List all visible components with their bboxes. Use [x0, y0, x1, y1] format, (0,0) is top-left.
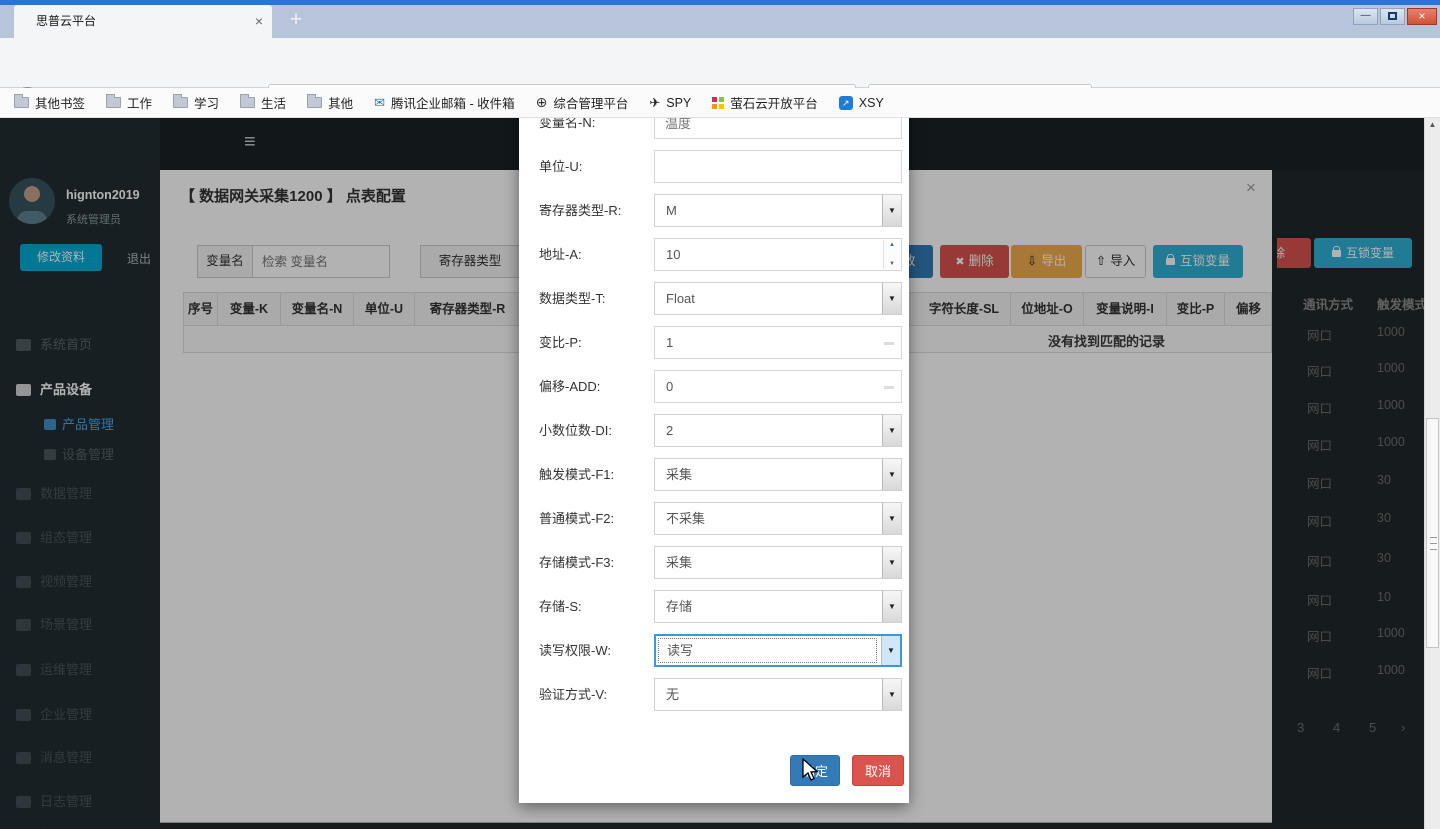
spin-down-icon[interactable]: ▼	[884, 261, 900, 267]
bookmark-xsy[interactable]: ↗XSY	[839, 96, 884, 110]
bookmark-mgmt-platform[interactable]: ⊕综合管理平台	[536, 93, 629, 112]
dropdown-arrow-icon[interactable]: ▼	[882, 591, 901, 622]
folder-icon	[307, 97, 322, 108]
point-config-modal: 变量名-N: 单位-U: 寄存器类型-R: M▼ 地址-A: 10 ▲▼ 数据类…	[519, 118, 909, 803]
bookmark-folder-study[interactable]: 学习	[173, 93, 219, 112]
mail-icon: ✉	[374, 95, 385, 111]
cancel-button[interactable]: 取消	[852, 755, 904, 786]
window-minimize-button[interactable]: —	[1353, 8, 1378, 25]
nav-toolbar: ← → ↻ ⌂ iot.idosp.net/admin/index.html?l…	[0, 38, 1440, 88]
folder-icon	[106, 97, 121, 108]
dropdown-arrow-icon[interactable]: ▼	[882, 415, 901, 446]
grid-logo-icon	[712, 97, 724, 109]
folder-icon	[14, 97, 29, 108]
bookmark-folder-work[interactable]: 工作	[106, 93, 152, 112]
offset-input[interactable]: 0	[654, 370, 902, 403]
address-number-input[interactable]: 10 ▲▼	[654, 238, 902, 271]
dropdown-arrow-icon[interactable]: ▼	[882, 195, 901, 226]
folder-icon	[240, 97, 255, 108]
decimals-select[interactable]: 2▼	[654, 414, 902, 447]
folder-icon	[173, 97, 188, 108]
data-type-select[interactable]: Float▼	[654, 282, 902, 315]
storage-select[interactable]: 存储▼	[654, 590, 902, 623]
dropdown-arrow-icon[interactable]: ▼	[882, 459, 901, 490]
variable-name-input[interactable]	[654, 118, 902, 139]
new-tab-button[interactable]: +	[282, 5, 310, 35]
bookmarks-bar: 其他书签 工作 学习 生活 其他 ✉腾讯企业邮箱 - 收件箱 ⊕综合管理平台 ✈…	[0, 88, 1440, 118]
bookmark-folder-misc[interactable]: 其他	[307, 93, 353, 112]
plane-icon: ✈	[649, 95, 660, 111]
tab-title: 思普云平台	[36, 5, 96, 38]
bookmark-tencent-mail[interactable]: ✉腾讯企业邮箱 - 收件箱	[374, 93, 515, 112]
bookmark-ys7[interactable]: 萤石云开放平台	[712, 93, 818, 112]
register-type-select[interactable]: M▼	[654, 194, 902, 227]
titlebar: 思普云平台 × + — ×	[0, 0, 1440, 38]
verify-mode-select[interactable]: 无▼	[654, 678, 902, 711]
number-spinner[interactable]: ▲▼	[883, 240, 900, 269]
tab-close-icon[interactable]: ×	[255, 5, 263, 38]
mouse-cursor	[800, 758, 820, 782]
arrow-square-icon: ↗	[839, 96, 853, 110]
page-scrollbar[interactable]: ▲	[1424, 118, 1440, 829]
dropdown-arrow-icon[interactable]: ▼	[882, 679, 901, 710]
window-maximize-button[interactable]	[1380, 8, 1405, 25]
bookmark-folder-life[interactable]: 生活	[240, 93, 286, 112]
globe-icon: ⊕	[536, 94, 548, 111]
bookmark-folder-other[interactable]: 其他书签	[14, 93, 85, 112]
maximize-icon	[1388, 12, 1397, 20]
disabled-spinner-dash	[884, 342, 894, 345]
dropdown-arrow-icon[interactable]: ▼	[882, 283, 901, 314]
browser-tab[interactable]: 思普云平台 ×	[14, 5, 272, 38]
scrollbar-thumb[interactable]	[1426, 418, 1439, 648]
normal-mode-select[interactable]: 不采集▼	[654, 502, 902, 535]
dropdown-arrow-icon[interactable]: ▼	[882, 547, 901, 578]
ratio-input[interactable]: 1	[654, 326, 902, 359]
trigger-mode-select[interactable]: 采集▼	[654, 458, 902, 491]
dropdown-arrow-icon[interactable]: ▼	[881, 636, 900, 665]
unit-input[interactable]	[654, 150, 902, 183]
rw-permission-select[interactable]: 读写▼	[654, 634, 902, 667]
spin-up-icon[interactable]: ▲	[884, 242, 900, 248]
disabled-spinner-dash	[884, 386, 894, 389]
screen: 思普云平台 × + — × ← → ↻ ⌂ iot.idosp.net/admi…	[0, 0, 1440, 829]
dropdown-arrow-icon[interactable]: ▼	[882, 503, 901, 534]
window-close-button[interactable]: ×	[1407, 8, 1437, 25]
scroll-up-arrow-icon[interactable]: ▲	[1425, 118, 1440, 132]
storage-mode-select[interactable]: 采集▼	[654, 546, 902, 579]
page-viewport: hignton2019 系统管理员 修改资料 退出 系统首页 产品设备 产品管理…	[0, 118, 1440, 829]
bookmark-spy[interactable]: ✈SPY	[649, 95, 691, 111]
